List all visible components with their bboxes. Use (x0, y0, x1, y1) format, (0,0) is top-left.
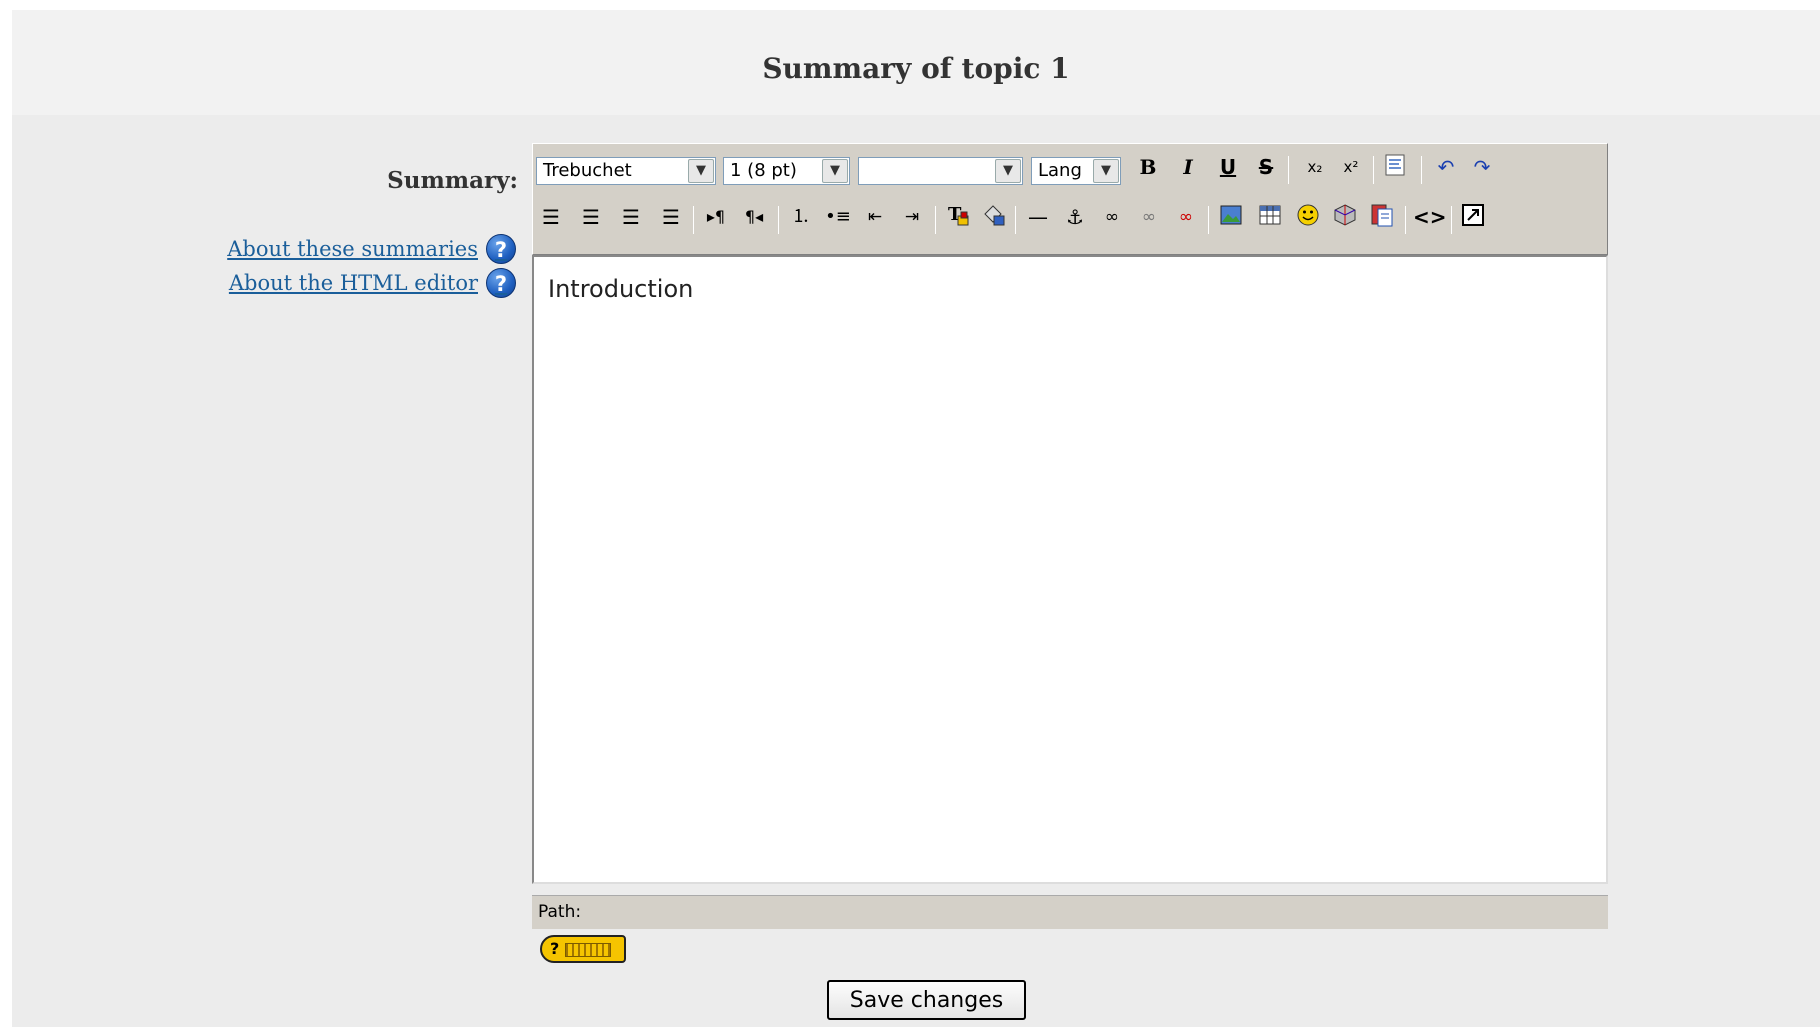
align-center-icon[interactable]: ☰ (576, 202, 606, 232)
toolbar-separator (1208, 206, 1209, 234)
help-link-label: About the HTML editor (228, 271, 478, 295)
toolbar-separator (935, 206, 936, 234)
help-link-label: About these summaries (227, 237, 478, 261)
editor-text[interactable]: Introduction (548, 275, 693, 303)
bold-button[interactable]: B (1133, 152, 1163, 182)
chevron-down-icon: ▼ (995, 159, 1021, 183)
anchor-icon[interactable]: ⚓ (1060, 202, 1090, 232)
strikethrough-button[interactable]: S (1251, 152, 1281, 182)
redo-icon[interactable]: ↷ (1467, 152, 1497, 182)
page-title: Summary of topic 1 (762, 52, 1070, 85)
lang-select[interactable]: Lang ▼ (1031, 157, 1121, 185)
keyboard-help-icon[interactable]: ? (540, 935, 626, 963)
help-link-summaries[interactable]: About these summaries ? (227, 234, 516, 264)
align-justify-icon[interactable]: ☰ (656, 202, 686, 232)
toolbar-separator (1405, 206, 1406, 234)
toolbar-separator (1373, 156, 1374, 184)
chevron-down-icon: ▼ (1093, 159, 1119, 183)
background-color-icon[interactable] (979, 202, 1009, 232)
undo-icon[interactable]: ↶ (1431, 152, 1461, 182)
link-icon[interactable]: ∞ (1097, 202, 1127, 232)
chevron-down-icon: ▼ (688, 159, 714, 183)
save-changes-button[interactable]: Save changes (827, 980, 1026, 1020)
help-link-html-editor[interactable]: About the HTML editor ? (229, 268, 516, 298)
image-icon[interactable] (1216, 202, 1246, 232)
font-size-value: 1 (8 pt) (730, 160, 797, 181)
clean-word-icon[interactable] (1381, 152, 1411, 182)
ltr-direction-icon[interactable]: ▸¶ (701, 202, 731, 232)
indent-icon[interactable]: ⇥ (897, 202, 927, 232)
font-family-select[interactable]: Trebuchet ▼ (536, 157, 716, 185)
editor-content-area[interactable]: Introduction (532, 255, 1608, 884)
align-left-icon[interactable]: ☰ (536, 202, 566, 232)
path-label: Path: (538, 902, 582, 922)
unlink-icon[interactable]: ∞ (1134, 202, 1164, 232)
toolbar-separator (1288, 156, 1289, 184)
toolbar-separator (1451, 206, 1452, 234)
rtl-direction-icon[interactable]: ¶◂ (739, 202, 769, 232)
special-chars-icon[interactable] (1330, 202, 1360, 232)
page: Summary of topic 1 Summary: About these … (12, 10, 1820, 1027)
smiley-icon[interactable] (1293, 202, 1323, 232)
text-color-icon[interactable]: T (943, 202, 973, 232)
keyboard-icon (565, 942, 612, 957)
outdent-icon[interactable]: ⇤ (860, 202, 890, 232)
font-size-select[interactable]: 1 (8 pt) ▼ (723, 157, 850, 185)
italic-button[interactable]: I (1173, 152, 1203, 182)
toolbar-separator (693, 206, 694, 234)
editor-toolbar: Trebuchet ▼ 1 (8 pt) ▼ ▼ Lang ▼ B I U S … (532, 143, 1608, 255)
underline-button[interactable]: U (1213, 152, 1243, 182)
table-icon[interactable] (1255, 202, 1285, 232)
ordered-list-icon[interactable]: ⒈ (786, 202, 816, 232)
header: Summary of topic 1 (12, 10, 1820, 115)
font-family-value: Trebuchet (543, 160, 632, 181)
toolbar-separator (1015, 206, 1016, 234)
format-select[interactable]: ▼ (858, 157, 1023, 185)
chevron-down-icon: ▼ (822, 159, 848, 183)
question-circle-icon: ? (486, 234, 516, 264)
superscript-button[interactable]: x² (1336, 152, 1366, 182)
align-right-icon[interactable]: ☰ (616, 202, 646, 232)
html-source-icon[interactable]: <> (1413, 202, 1447, 232)
summary-label: Summary: (387, 167, 518, 194)
question-circle-icon: ? (486, 268, 516, 298)
toolbar-separator (778, 206, 779, 234)
fullscreen-icon[interactable] (1458, 202, 1488, 232)
paste-icon[interactable] (1367, 202, 1397, 232)
subscript-button[interactable]: x₂ (1300, 152, 1330, 182)
nolink-icon[interactable]: ∞ (1171, 202, 1201, 232)
unordered-list-icon[interactable]: •≡ (823, 202, 853, 232)
horizontal-rule-icon[interactable]: — (1023, 202, 1053, 232)
editor-path-bar: Path: (532, 895, 1608, 929)
toolbar-separator (1421, 156, 1422, 184)
lang-value: Lang (1038, 160, 1082, 181)
